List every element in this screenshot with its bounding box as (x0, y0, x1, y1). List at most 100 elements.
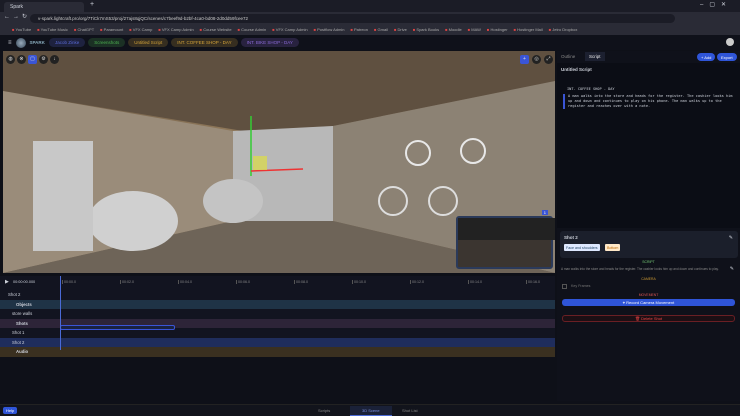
bookmark[interactable]: Spark Books (413, 27, 439, 33)
tab-3d-scene[interactable]: 3D Scene (350, 406, 392, 416)
tick-label: 00:16.0 (526, 280, 540, 284)
breadcrumb-item[interactable]: Untitled Script (128, 38, 169, 47)
tab-shot-list[interactable]: Shot List (402, 408, 418, 413)
action-text[interactable]: A man walks into the store and heads for… (563, 94, 735, 109)
3d-viewport[interactable]: ◍ ⊗ ▢ ⚙ ↓ + ◎ ⤢ 1 (3, 51, 555, 273)
breadcrumb-item[interactable]: Screenshots (88, 38, 126, 47)
bookmark[interactable]: YouTube (12, 27, 31, 33)
timeline[interactable]: ▶ 00:00:00.000 00:00.0 00:02.0 00:04.0 00:0… (0, 276, 555, 357)
add-icon[interactable]: + (520, 55, 529, 64)
record-label: Record Camera Movement (626, 300, 675, 305)
tab-outline[interactable]: Outline (561, 54, 575, 59)
fullscreen-icon[interactable]: ⤢ (544, 55, 553, 64)
row-label: Audio (16, 349, 29, 354)
app-logo: SPARK (29, 40, 45, 45)
timeline-row[interactable]: store walls (0, 309, 555, 319)
preview-badge: 1 (541, 210, 548, 215)
tab-script[interactable]: Script (585, 52, 605, 61)
target-icon[interactable]: ⊗ (17, 55, 26, 64)
key-frames-label: Key Frames (571, 284, 591, 288)
timeline-row[interactable]: Shot 2 (0, 337, 555, 347)
script-section-label: SCRIPT (642, 260, 655, 264)
row-label: Shots (16, 320, 28, 326)
bookmark[interactable]: Jetro Dropbox (549, 27, 577, 33)
bookmark[interactable]: Course Website (200, 27, 231, 33)
info-icon[interactable]: ↓ (50, 55, 59, 64)
bookmark[interactable]: Drive (394, 27, 407, 33)
camera-icon[interactable]: ◎ (532, 55, 541, 64)
timeline-row[interactable]: Audio (0, 347, 555, 357)
globe-icon[interactable]: ◍ (6, 55, 15, 64)
edit-script-icon[interactable]: ✎ (730, 266, 734, 272)
tick-label: 00:08.0 (294, 280, 308, 284)
timeline-row[interactable]: Shot 2 (0, 290, 555, 300)
camera-preview[interactable]: 1 (456, 210, 555, 269)
new-tab-button[interactable]: + (90, 1, 94, 8)
shot-1-clip[interactable] (60, 325, 175, 330)
help-button[interactable]: Help (3, 407, 18, 414)
delete-shot-button[interactable]: 🗑 Delete Shot (562, 315, 735, 322)
delete-label: Delete Shot (641, 316, 663, 321)
key-frames-checkbox[interactable] (562, 284, 567, 289)
bottom-bar: Help Scripts 3D Scene Shot List (0, 404, 740, 416)
browser-tab[interactable]: Spark (4, 2, 84, 12)
add-button[interactable]: + Add (697, 53, 716, 61)
tick-label: 00:00.0 (62, 280, 76, 284)
playhead[interactable] (60, 276, 61, 350)
tag-angle[interactable]: Bottom (605, 244, 621, 251)
account-avatar[interactable] (726, 38, 734, 46)
shot-script-text: A man walks into the store and heads for… (561, 267, 719, 271)
row-label: Objects (16, 301, 32, 307)
tick-label: 00:04.0 (178, 280, 192, 284)
bookmark[interactable]: Postflow Admin (314, 27, 344, 33)
row-label: store walls (12, 311, 33, 316)
script-title: Untitled Script (561, 67, 592, 72)
bookmark[interactable]: MAW (468, 27, 481, 33)
bookmark[interactable]: VFX Camp Admin (272, 27, 308, 33)
spark-logo-icon (15, 37, 26, 48)
record-camera-movement-button[interactable]: ⌖ Record Camera Movement (562, 299, 735, 306)
select-icon[interactable]: ▢ (28, 55, 37, 64)
row-label: Shot 2 (8, 292, 21, 297)
export-button[interactable]: Export (717, 53, 737, 61)
tick-label: 00:12.0 (410, 280, 424, 284)
timeline-ruler[interactable]: 00:00.0 00:02.0 00:04.0 00:06.0 00:08.0 00:10… (0, 276, 555, 286)
bookmark[interactable]: VFX Camp Admin (158, 27, 194, 33)
bookmark[interactable]: Gmail (374, 27, 388, 33)
browser-tab-bar: Spark + –▢✕ (0, 0, 740, 12)
window-controls[interactable]: –▢✕ (700, 1, 732, 8)
tab-scripts[interactable]: Scripts (318, 408, 330, 413)
shot-card[interactable]: Shot 2 ✎ Face and shoulders Bottom (560, 231, 738, 258)
row-label: Shot 2 (12, 339, 25, 345)
bookmark[interactable]: VFX Camp (129, 27, 153, 33)
breadcrumb-item[interactable]: Jacob Zinke (48, 38, 86, 47)
right-panel: Outline Script + Add Export Untitled Scr… (557, 51, 740, 401)
scene-heading[interactable]: INT. COFFEE SHOP - DAY (567, 87, 615, 91)
bookmark[interactable]: Moodle (445, 27, 462, 33)
bookmark[interactable]: YouTube Music (37, 27, 68, 33)
timeline-row[interactable]: Objects (0, 299, 555, 309)
bookmark[interactable]: ChatGPT (74, 27, 94, 33)
breadcrumb-item[interactable]: INT. COFFEE SHOP - DAY (171, 38, 238, 47)
edit-icon[interactable]: ✎ (729, 235, 733, 241)
tick-label: 00:06.0 (236, 280, 250, 284)
tick-label: 00:14.0 (468, 280, 482, 284)
breadcrumb: Jacob Zinke Screenshots Untitled Script INT… (48, 38, 299, 47)
bookmark[interactable]: Hostinger (487, 27, 507, 33)
bookmark[interactable]: Course Admin (238, 27, 266, 33)
bookmark[interactable]: Patreon (350, 27, 368, 33)
settings-icon[interactable]: ⚙ (39, 55, 48, 64)
menu-icon[interactable]: ≡ (8, 40, 12, 46)
movement-section-label: MOVEMENT (638, 293, 659, 297)
shot-title: Shot 2 (564, 235, 578, 240)
bookmark[interactable]: Hostinger Mail (514, 27, 543, 33)
bookmark[interactable]: Paramount (100, 27, 124, 33)
tick-label: 00:10.0 (352, 280, 366, 284)
tag-framing[interactable]: Face and shoulders (564, 244, 600, 251)
bookmarks-bar: YouTube YouTube Music ChatGPT Paramount VFX … (0, 25, 740, 35)
row-label: Shot 1 (12, 330, 25, 335)
nav-buttons[interactable]: ←→↻ (4, 13, 30, 20)
address-bar[interactable]: v-spark.lightcraft.pro/org/7TiCk7mS53/pr… (30, 14, 675, 23)
breadcrumb-item[interactable]: INT. BIKE SHOP - DAY (240, 38, 299, 47)
tick-label: 00:02.0 (120, 280, 134, 284)
